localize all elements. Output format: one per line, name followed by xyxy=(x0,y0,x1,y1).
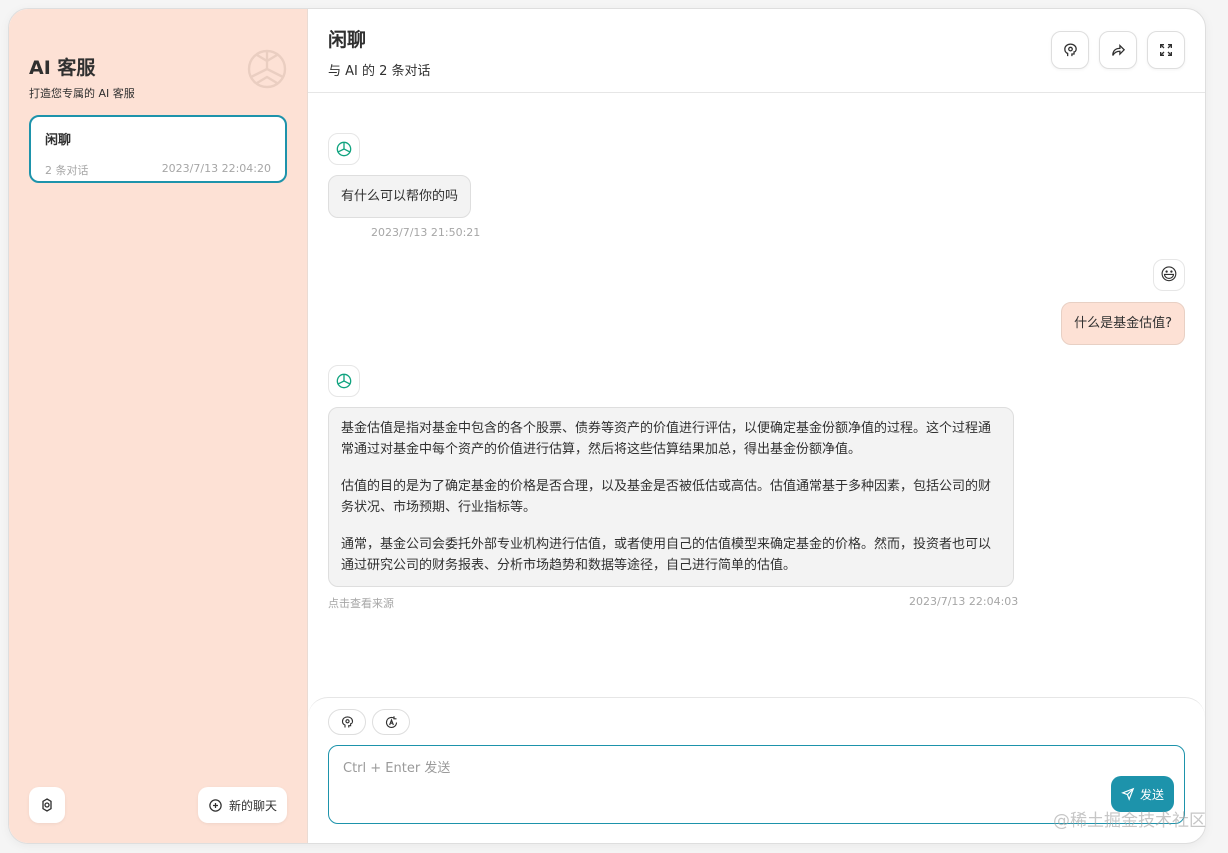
share-button[interactable] xyxy=(1099,31,1137,69)
new-chat-label: 新的聊天 xyxy=(228,798,277,813)
chat-item-time: 2023/7/13 22:04:20 xyxy=(161,162,271,175)
chat-main: 闲聊 与 AI 的 2 条对话 有什么可以帮你的吗 2023/7/13 21:5… xyxy=(308,9,1205,843)
message-time: 2023/7/13 22:04:03 xyxy=(909,595,1019,608)
bot-avatar xyxy=(328,133,360,165)
maximize-icon xyxy=(1160,44,1172,56)
openai-logo-icon xyxy=(336,373,352,389)
send-icon xyxy=(1121,787,1135,801)
auto-icon xyxy=(385,715,397,728)
message-paragraph: 通常，基金公司会委托外部专业机构进行估值，或者使用自己的估值模型来确定基金的价格… xyxy=(341,537,992,573)
message-text: 有什么可以帮你的吗 xyxy=(341,189,459,204)
user-avatar: 😃 xyxy=(1153,259,1185,291)
chat-item-info: 2 条对话 2023/7/13 22:04:20 xyxy=(45,162,271,178)
message-time: 2023/7/13 21:50:21 xyxy=(371,226,481,239)
send-label: 发送 xyxy=(1139,787,1164,802)
message-bubble-bot: 基金估值是指对基金中包含的各个股票、债券等资产的价值进行评估，以便确定基金份额净… xyxy=(328,407,1014,587)
sidebar-footer: 新的聊天 xyxy=(29,787,287,823)
input-tools xyxy=(328,709,410,735)
prompt-tool-button[interactable] xyxy=(328,709,366,735)
openai-logo-icon xyxy=(336,141,352,157)
input-placeholder: Ctrl + Enter 发送 xyxy=(343,761,451,776)
auto-tool-button[interactable] xyxy=(372,709,410,735)
message-paragraph: 基金估值是指对基金中包含的各个股票、债券等资产的价值进行评估，以便确定基金份额净… xyxy=(341,421,992,457)
fullscreen-button[interactable] xyxy=(1147,31,1185,69)
sidebar: AI 客服 打造您专属的 AI 客服 闲聊 2 条对话 2023/7/13 22… xyxy=(9,9,308,843)
brand: AI 客服 打造您专属的 AI 客服 xyxy=(9,9,307,115)
brain-icon xyxy=(341,715,353,727)
smiley-emoji-icon: 😃 xyxy=(1160,265,1178,285)
message-text: 什么是基金估值? xyxy=(1074,316,1172,331)
gear-icon xyxy=(42,798,52,812)
watermark: @稀土掘金技术社区 xyxy=(1053,811,1206,831)
chat-item-title: 闲聊 xyxy=(45,133,72,148)
new-chat-button[interactable]: 新的聊天 xyxy=(197,787,287,823)
message-list: 有什么可以帮你的吗 2023/7/13 21:50:21 😃 什么是基金估值? … xyxy=(308,93,1205,697)
header-actions xyxy=(1051,31,1185,69)
settings-button[interactable] xyxy=(29,787,65,823)
message-paragraph: 估值的目的是为了确定基金的价格是否合理，以及基金是否被低估或高估。估值通常基于多… xyxy=(341,479,992,515)
message-bubble-bot: 有什么可以帮你的吗 xyxy=(328,175,472,218)
bot-avatar xyxy=(328,365,360,397)
chat-item-count: 2 条对话 xyxy=(45,164,89,177)
brain-icon xyxy=(1063,42,1077,56)
openai-logo-icon xyxy=(247,49,287,89)
app-window: AI 客服 打造您专属的 AI 客服 闲聊 2 条对话 2023/7/13 22… xyxy=(8,8,1206,844)
message-bubble-user: 什么是基金估值? xyxy=(1061,302,1185,345)
prompt-button[interactable] xyxy=(1051,31,1089,69)
share-icon xyxy=(1111,43,1125,56)
plus-circle-icon xyxy=(209,798,222,812)
view-source-link[interactable]: 点击查看来源 xyxy=(328,595,394,611)
chat-item-chitchat[interactable]: 闲聊 2 条对话 2023/7/13 22:04:20 xyxy=(29,115,287,183)
chat-header: 闲聊 与 AI 的 2 条对话 xyxy=(308,9,1205,93)
